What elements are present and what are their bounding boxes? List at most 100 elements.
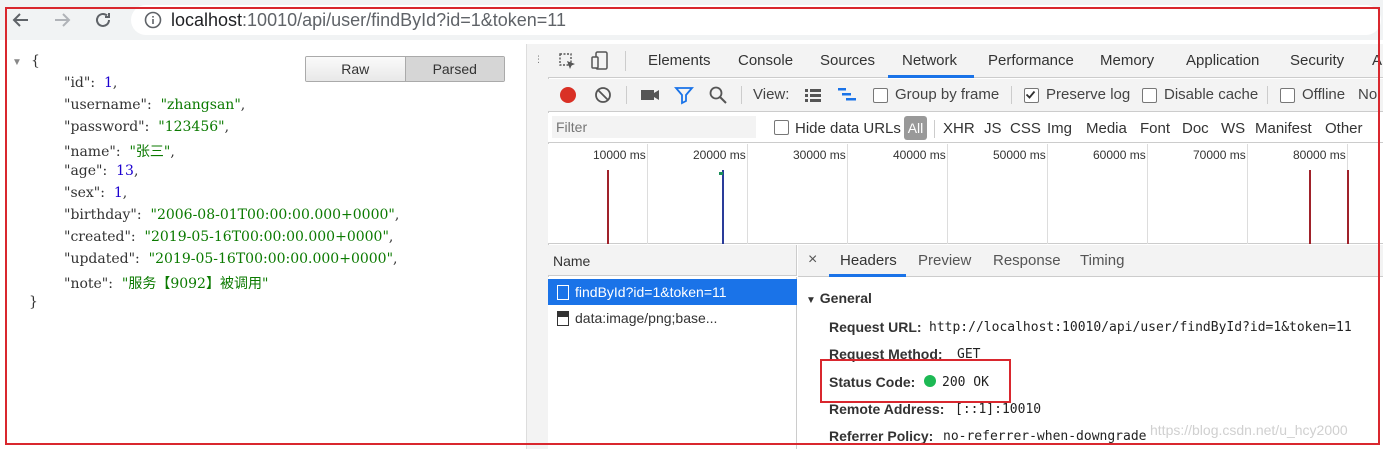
forward-button[interactable] bbox=[48, 6, 76, 34]
tab-headers[interactable]: Headers bbox=[840, 252, 897, 269]
timeline-event-marker bbox=[607, 170, 609, 244]
clear-icon[interactable] bbox=[593, 85, 613, 105]
json-field: "sex": 1, bbox=[64, 185, 127, 201]
collapse-triangle-icon[interactable]: ▼ bbox=[12, 57, 22, 68]
back-button[interactable] bbox=[7, 6, 35, 34]
raw-button[interactable]: Raw bbox=[306, 57, 405, 81]
json-key: "password" bbox=[64, 119, 145, 135]
tab-console[interactable]: Console bbox=[738, 52, 793, 69]
json-value: "2019-05-16T00:00:00.000+0000" bbox=[144, 229, 389, 245]
json-value: "服务【9092】被调用" bbox=[121, 276, 269, 292]
tab-timing[interactable]: Timing bbox=[1080, 252, 1124, 269]
hide-data-urls-checkbox[interactable] bbox=[774, 120, 789, 135]
timeline-tick: 60000 ms bbox=[1093, 148, 1146, 162]
name-column-header[interactable]: Name bbox=[553, 253, 590, 269]
json-close-brace: } bbox=[29, 294, 38, 310]
json-comma: , bbox=[394, 207, 400, 223]
grid-line bbox=[1047, 144, 1048, 244]
filter-xhr[interactable]: XHR bbox=[943, 120, 975, 137]
json-field: "updated": "2019-05-16T00:00:00.000+0000… bbox=[64, 251, 397, 267]
json-field: "age": 13, bbox=[64, 163, 138, 179]
timeline-tick: 20000 ms bbox=[693, 148, 746, 162]
filter-img[interactable]: Img bbox=[1047, 120, 1072, 137]
arrow-left-icon bbox=[12, 13, 28, 27]
offline-checkbox[interactable] bbox=[1280, 88, 1295, 103]
json-value: "zhangsan" bbox=[160, 97, 241, 113]
filter-input[interactable] bbox=[552, 116, 756, 138]
filter-css[interactable]: CSS bbox=[1010, 120, 1041, 137]
filter-js[interactable]: JS bbox=[984, 120, 1002, 137]
json-key: "age" bbox=[64, 163, 103, 179]
header-value: [::1]:10010 bbox=[955, 402, 1042, 417]
active-tab-indicator bbox=[888, 75, 974, 78]
filter-all-button[interactable]: All bbox=[904, 116, 927, 140]
preserve-log-label: Preserve log bbox=[1046, 86, 1131, 103]
throttling-select[interactable]: No bbox=[1358, 86, 1377, 103]
request-row[interactable]: data:image/png;base... bbox=[548, 305, 797, 331]
image-file-icon bbox=[557, 310, 569, 326]
hide-data-urls-label: Hide data URLs bbox=[795, 120, 901, 137]
search-icon[interactable] bbox=[708, 85, 728, 105]
view-label: View: bbox=[753, 86, 790, 103]
record-icon[interactable] bbox=[558, 85, 578, 105]
preserve-log-checkbox[interactable] bbox=[1024, 88, 1039, 103]
grid-line bbox=[747, 144, 748, 244]
timeline-tick: 30000 ms bbox=[793, 148, 846, 162]
screenshot-capture-icon[interactable] bbox=[639, 85, 661, 105]
request-row[interactable]: findById?id=1&token=11 bbox=[548, 279, 797, 305]
tab-network[interactable]: Network bbox=[902, 52, 957, 69]
tab-preview[interactable]: Preview bbox=[918, 252, 971, 269]
info-icon[interactable] bbox=[143, 10, 163, 30]
reload-button[interactable] bbox=[89, 6, 117, 34]
device-toolbar-icon[interactable] bbox=[590, 50, 610, 72]
divider bbox=[741, 86, 742, 104]
active-tab-indicator bbox=[829, 274, 906, 277]
json-value: 1 bbox=[103, 75, 113, 91]
checkmark-icon bbox=[1025, 90, 1036, 99]
json-value: 1 bbox=[113, 185, 123, 201]
json-comma: , bbox=[122, 185, 128, 201]
json-comma: , bbox=[224, 119, 230, 135]
timeline-tick: 50000 ms bbox=[993, 148, 1046, 162]
divider bbox=[626, 86, 627, 104]
general-section-toggle[interactable]: ▼ General bbox=[806, 290, 872, 306]
pane-splitter[interactable]: ⋮ bbox=[526, 44, 548, 449]
filter-ws[interactable]: WS bbox=[1221, 120, 1245, 137]
json-colon: : bbox=[115, 144, 130, 160]
json-field: "password": "123456", bbox=[64, 119, 229, 135]
timeline-event-marker bbox=[1347, 170, 1349, 244]
header-key: Request URL: bbox=[829, 319, 922, 335]
json-comma: , bbox=[388, 229, 394, 245]
json-key: "sex" bbox=[64, 185, 101, 201]
json-key: "note" bbox=[64, 276, 109, 292]
waterfall-overview-icon[interactable] bbox=[836, 86, 858, 104]
inspect-element-icon[interactable] bbox=[558, 52, 578, 72]
parsed-button[interactable]: Parsed bbox=[404, 57, 504, 81]
url-path: :10010/api/user/findById?id=1&token=11 bbox=[242, 9, 566, 30]
tab-overflow[interactable]: A bbox=[1372, 52, 1382, 69]
tab-elements[interactable]: Elements bbox=[648, 52, 711, 69]
tab-sources[interactable]: Sources bbox=[820, 52, 875, 69]
address-bar[interactable]: localhost:10010/api/user/findById?id=1&t… bbox=[131, 5, 1381, 35]
filter-other[interactable]: Other bbox=[1325, 120, 1363, 137]
large-rows-icon[interactable] bbox=[803, 86, 823, 104]
network-timeline[interactable] bbox=[548, 144, 1383, 244]
close-icon[interactable]: × bbox=[808, 251, 817, 269]
filter-media[interactable]: Media bbox=[1086, 120, 1127, 137]
arrow-right-icon bbox=[55, 13, 71, 27]
filter-font[interactable]: Font bbox=[1140, 120, 1170, 137]
tab-application[interactable]: Application bbox=[1186, 52, 1259, 69]
filter-funnel-icon[interactable] bbox=[674, 85, 694, 105]
json-comma: , bbox=[240, 97, 246, 113]
tab-response[interactable]: Response bbox=[993, 252, 1061, 269]
timeline-event-marker bbox=[722, 170, 724, 244]
json-value: "2019-05-16T00:00:00.000+0000" bbox=[148, 251, 394, 267]
filter-doc[interactable]: Doc bbox=[1182, 120, 1209, 137]
tab-performance[interactable]: Performance bbox=[988, 52, 1074, 69]
tab-memory[interactable]: Memory bbox=[1100, 52, 1154, 69]
timeline-event-marker bbox=[1309, 170, 1311, 244]
tab-security[interactable]: Security bbox=[1290, 52, 1344, 69]
filter-manifest[interactable]: Manifest bbox=[1255, 120, 1312, 137]
disable-cache-checkbox[interactable] bbox=[1142, 88, 1157, 103]
group-by-frame-checkbox[interactable] bbox=[873, 88, 888, 103]
